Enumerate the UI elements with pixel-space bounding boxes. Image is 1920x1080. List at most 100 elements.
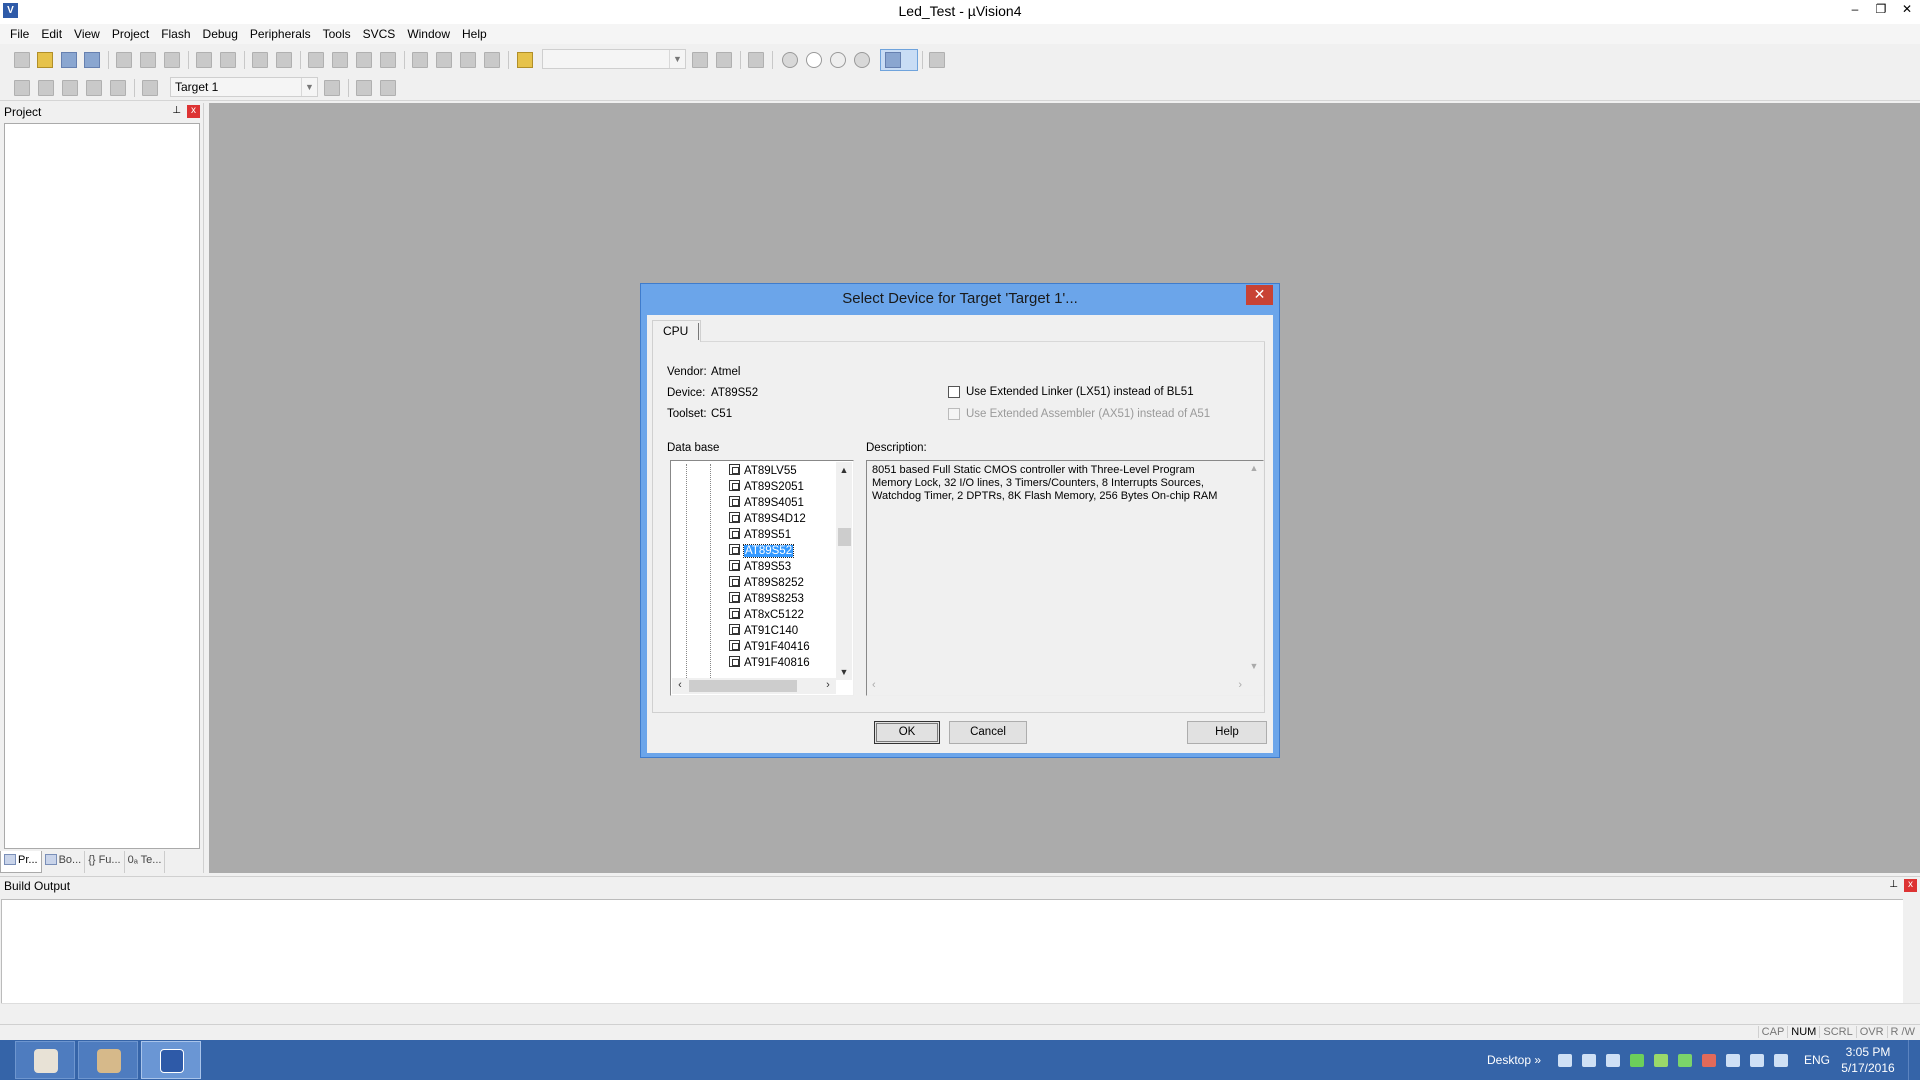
device-list-item[interactable]: AT91C140 (729, 623, 798, 639)
tab-templates[interactable]: 0ₐ Te... (125, 851, 166, 873)
save-icon[interactable] (61, 52, 77, 68)
sync-tray-icon[interactable] (1678, 1054, 1692, 1067)
find-combo[interactable]: ▼ (542, 49, 686, 69)
desktop-toolbar-label[interactable]: Desktop » (1487, 1053, 1541, 1067)
navigate-back-icon[interactable] (252, 52, 268, 68)
device-database-tree[interactable]: AT89LV55 AT89S2051 AT89S4051 AT89S4D12 AT89S… (670, 460, 854, 696)
device-list-item[interactable]: AT89S4051 (729, 495, 804, 511)
cancel-button[interactable]: Cancel (949, 721, 1027, 744)
build-icon[interactable] (38, 80, 54, 96)
device-list-item[interactable]: AT89S2051 (729, 479, 804, 495)
find-in-files-icon[interactable] (517, 52, 533, 68)
scroll-right-icon[interactable]: › (820, 678, 836, 694)
taskbar-app-1[interactable] (15, 1041, 75, 1079)
scroll-thumb[interactable] (689, 680, 797, 692)
device-list-item[interactable]: AT91F40816 (729, 655, 810, 671)
paste-icon[interactable] (164, 52, 180, 68)
menu-peripherals[interactable]: Peripherals (244, 24, 317, 44)
close-icon[interactable]: x (1904, 879, 1917, 892)
bookmark-clear-icon[interactable] (380, 52, 396, 68)
tab-project[interactable]: Pr... (0, 851, 42, 873)
menu-debug[interactable]: Debug (197, 24, 244, 44)
menu-help[interactable]: Help (456, 24, 493, 44)
copy-icon[interactable] (140, 52, 156, 68)
select-packs-icon[interactable] (380, 80, 396, 96)
incremental-find-icon[interactable] (716, 52, 732, 68)
volume-icon[interactable] (1774, 1054, 1788, 1067)
chevron-right-icon[interactable]: » (1534, 1053, 1541, 1067)
signal-icon[interactable] (1606, 1054, 1620, 1067)
taskbar-uvision[interactable] (141, 1041, 201, 1079)
unindent-icon[interactable] (436, 52, 452, 68)
kill-all-breakpoints-icon[interactable] (854, 52, 870, 68)
translate-icon[interactable] (14, 80, 30, 96)
project-tree[interactable] (4, 123, 200, 849)
action-center-icon[interactable] (1702, 1054, 1716, 1067)
description-hscrollbar[interactable]: ‹ › (869, 679, 1245, 693)
insert-breakpoint-icon[interactable] (782, 52, 798, 68)
description-box[interactable]: 8051 based Full Static CMOS controller w… (866, 460, 1264, 696)
menu-tools[interactable]: Tools (317, 24, 357, 44)
disable-all-breakpoints-icon[interactable] (830, 52, 846, 68)
restore-button[interactable]: ❐ (1868, 0, 1894, 20)
dialog-close-button[interactable]: ✕ (1246, 285, 1273, 305)
menu-svcs[interactable]: SVCS (357, 24, 402, 44)
manage-project-items-icon[interactable] (356, 80, 372, 96)
network-icon[interactable] (1582, 1054, 1596, 1067)
build-output-text[interactable] (1, 899, 1905, 1009)
open-file-icon[interactable] (37, 52, 53, 68)
device-list-item[interactable]: AT89LV55 (729, 463, 797, 479)
tab-cpu[interactable]: CPU (652, 320, 702, 342)
menu-flash[interactable]: Flash (155, 24, 196, 44)
device-list-item[interactable]: AT89S4D12 (729, 511, 806, 527)
close-icon[interactable]: x (187, 105, 200, 118)
pin-icon[interactable]: ⊥ (1889, 879, 1898, 890)
build-output-scrollbar[interactable] (1903, 899, 1919, 1009)
device-list-item[interactable]: AT89S52 (729, 543, 795, 559)
database-hscrollbar[interactable]: ‹ › (672, 678, 836, 694)
new-file-icon[interactable] (14, 52, 30, 68)
clock[interactable]: 3:05 PM 5/17/2016 (1840, 1044, 1896, 1076)
cut-icon[interactable] (116, 52, 132, 68)
build-output-hscrollbar[interactable] (1, 1003, 1920, 1020)
minimize-button[interactable]: – (1842, 0, 1868, 20)
indent-icon[interactable] (412, 52, 428, 68)
debug-session-icon[interactable] (748, 52, 764, 68)
scroll-left-icon[interactable]: ‹ (672, 678, 688, 694)
bookmark-toggle-icon[interactable] (308, 52, 324, 68)
close-window-button[interactable]: ✕ (1894, 0, 1920, 20)
menu-file[interactable]: File (4, 24, 35, 44)
window-layout-icon[interactable] (885, 52, 901, 68)
database-vscrollbar[interactable]: ▲ ▼ (836, 462, 852, 680)
chevron-down-icon[interactable]: ▼ (301, 78, 317, 96)
batch-build-icon[interactable] (86, 80, 102, 96)
ok-button[interactable]: OK (874, 721, 940, 744)
configure-icon[interactable] (929, 52, 945, 68)
menu-window[interactable]: Window (401, 24, 456, 44)
device-list-item[interactable]: AT89S53 (729, 559, 791, 575)
pin-icon[interactable]: ⊥ (172, 105, 181, 116)
info-icon[interactable] (1750, 1054, 1764, 1067)
comment-icon[interactable] (460, 52, 476, 68)
menu-view[interactable]: View (68, 24, 106, 44)
target-combo[interactable]: Target 1 ▼ (170, 77, 318, 97)
target-options-icon[interactable] (324, 80, 340, 96)
device-list-item[interactable]: AT89S8253 (729, 591, 804, 607)
security-icon[interactable] (1726, 1054, 1740, 1067)
scroll-down-icon[interactable]: ▼ (836, 664, 852, 680)
uncomment-icon[interactable] (484, 52, 500, 68)
device-list-item[interactable]: AT89S8252 (729, 575, 804, 591)
redo-icon[interactable] (220, 52, 236, 68)
scroll-up-icon[interactable]: ▲ (836, 462, 852, 478)
bookmark-prev-icon[interactable] (332, 52, 348, 68)
menu-edit[interactable]: Edit (35, 24, 68, 44)
lx51-checkbox[interactable] (948, 386, 960, 398)
chevron-down-icon[interactable]: ▼ (669, 50, 685, 68)
device-list-item[interactable]: AT89S51 (729, 527, 791, 543)
wifi-icon[interactable] (1558, 1054, 1572, 1067)
rebuild-icon[interactable] (62, 80, 78, 96)
scroll-thumb[interactable] (838, 528, 851, 546)
lx51-label[interactable]: Use Extended Linker (LX51) instead of BL… (966, 386, 1194, 398)
device-list-item[interactable]: AT91F40416 (729, 639, 810, 655)
taskbar-app-2[interactable] (78, 1041, 138, 1079)
